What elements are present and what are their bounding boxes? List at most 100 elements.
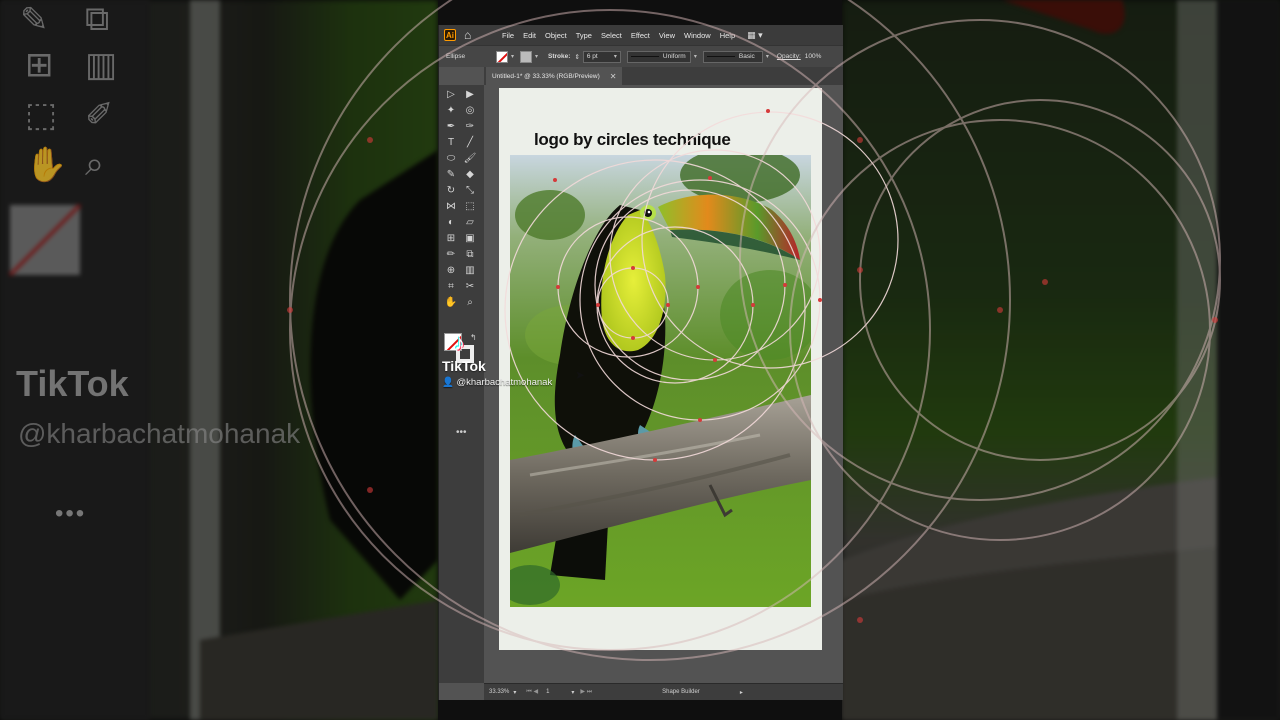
status-menu-icon[interactable]: ▸ <box>740 689 743 696</box>
rotate-tool-icon[interactable]: ↻ <box>444 184 458 198</box>
menu-effect[interactable]: Effect <box>631 31 650 40</box>
profile-label: Uniform <box>662 53 686 60</box>
stroke-stepper-icon[interactable]: ⇕ <box>574 53 579 61</box>
perspective-grid-tool-icon[interactable]: ▱ <box>463 216 477 230</box>
bg-slice-icon: ✐ <box>85 96 114 134</box>
menu-type[interactable]: Type <box>576 31 592 40</box>
opacity-value[interactable]: 100% <box>805 53 822 60</box>
selection-tool-icon[interactable]: ▷ <box>444 88 458 102</box>
artboard-tool-icon[interactable]: ⌗ <box>444 280 458 294</box>
close-icon[interactable]: ✕ <box>610 72 617 81</box>
bg-hand-icon: ✋ <box>25 146 68 184</box>
user-icon: 👤 <box>442 377 454 388</box>
menu-object[interactable]: Object <box>545 31 567 40</box>
status-bar: 33.33% ▾ ⏮ ◀ 1 ▾ ▶ ⏭ Shape Builder ▸ <box>484 683 843 700</box>
bg-graph-icon: ⊞ <box>25 46 54 84</box>
artboard-dropdown-icon[interactable]: ▾ <box>571 689 574 696</box>
document-tab-bar: Untitled-1* @ 33.33% (RGB/Preview) ✕ <box>484 67 843 85</box>
brush-dropdown-icon[interactable]: ▾ <box>766 53 769 60</box>
curvature-tool-icon[interactable]: ✑ <box>463 120 477 134</box>
variable-width-profile-select[interactable]: Uniform <box>626 50 691 63</box>
profile-dropdown-icon[interactable]: ▾ <box>694 53 697 60</box>
toucan-photo-illustration <box>510 155 811 607</box>
bg-artboard-icon: ⬚ <box>25 96 58 134</box>
paintbrush-tool-icon[interactable]: 🖌 <box>463 152 477 166</box>
column-graph-tool-icon[interactable]: ▥ <box>463 264 477 278</box>
shape-builder-tool-icon[interactable]: ◐ <box>444 216 458 230</box>
artboard-number[interactable]: 1 <box>546 689 549 695</box>
mouse-cursor-icon: ➤ <box>575 368 586 382</box>
magic-wand-tool-icon[interactable]: ✦ <box>444 104 458 118</box>
tiktok-wordmark: TikTok <box>442 358 486 374</box>
illustrator-logo-icon: Ai <box>444 29 456 41</box>
swap-colors-icon[interactable]: ↰ <box>470 333 477 342</box>
bg-more-icon: ••• <box>55 500 87 527</box>
fill-color-swatch[interactable] <box>496 50 508 63</box>
document-tab-title: Untitled-1* @ 33.33% (RGB/Preview) <box>492 72 600 80</box>
fill-dropdown-icon[interactable]: ▾ <box>511 53 514 60</box>
zoom-dropdown-icon[interactable]: ▾ <box>513 689 516 696</box>
workspace-switcher-icon[interactable]: ▦ ▾ <box>747 30 763 41</box>
brush-label: Basic <box>738 53 755 60</box>
document-tab[interactable]: Untitled-1* @ 33.33% (RGB/Preview) ✕ <box>486 67 623 85</box>
selection-type-label: Ellipse <box>446 53 466 60</box>
stroke-weight-value: 6 pt <box>586 53 598 60</box>
scale-tool-icon[interactable]: ⤡ <box>463 184 477 198</box>
bg-chart-icon: ▥ <box>85 46 118 84</box>
toucan-photo[interactable] <box>510 155 811 607</box>
last-artboard-icon[interactable]: ▶ ⏭ <box>580 688 592 696</box>
control-bar: Ellipse ▾ ▾ Stroke: ⇕ 6 pt ▾ Uniform ▾ B… <box>439 45 843 67</box>
stroke-weight-dropdown-icon[interactable]: ▾ <box>614 53 617 60</box>
zoom-tool-icon[interactable]: ⌕ <box>463 296 477 310</box>
shaper-tool-icon[interactable]: ✎ <box>444 168 458 182</box>
home-icon[interactable]: ⌂ <box>464 28 478 42</box>
hand-tool-icon[interactable]: ✋ <box>444 296 458 310</box>
menu-select[interactable]: Select <box>601 31 622 40</box>
illustrator-window: Ai ⌂ File Edit Object Type Select Effect… <box>438 25 843 700</box>
menu-view[interactable]: View <box>659 31 675 40</box>
first-artboard-icon[interactable]: ⏮ ◀ <box>526 688 538 696</box>
blend-tool-icon[interactable]: ⧉ <box>463 248 477 262</box>
eyedropper-tool-icon[interactable]: ✏ <box>444 248 458 262</box>
menu-file[interactable]: File <box>502 31 514 40</box>
artboard-headline: logo by circles technique <box>534 130 731 149</box>
eraser-tool-icon[interactable]: ◆ <box>463 168 477 182</box>
artboard[interactable]: logo by circles technique <box>499 88 822 650</box>
stroke-weight-field[interactable]: 6 pt ▾ <box>582 50 621 63</box>
menu-bar: Ai ⌂ File Edit Object Type Select Effect… <box>439 25 843 45</box>
symbol-sprayer-tool-icon[interactable]: ⊕ <box>444 264 458 278</box>
profile-line-preview <box>630 55 659 58</box>
stroke-color-swatch[interactable] <box>520 50 533 63</box>
blurred-background-left: ✎ ⧉ ⊞ ▥ ⬚ ✐ ✋ ⌕ TikTok @kharbachatmohana… <box>0 0 438 720</box>
bg-tiktok-handle: @kharbachatmohanak <box>18 418 301 449</box>
brush-line-preview <box>706 55 735 58</box>
zoom-level[interactable]: 33.33% <box>489 689 509 695</box>
brush-definition-select[interactable]: Basic <box>702 50 763 63</box>
width-tool-icon[interactable]: ⋈ <box>444 200 458 214</box>
lasso-tool-icon[interactable]: ◎ <box>463 104 477 118</box>
edit-toolbar-more-icon[interactable]: ••• <box>456 427 467 438</box>
stroke-dropdown-icon[interactable]: ▾ <box>535 53 538 60</box>
tiktok-handle: 👤 @kharbachatmohanak <box>442 377 552 388</box>
bg-symbol-icon: ⧉ <box>85 0 110 38</box>
free-transform-tool-icon[interactable]: ⬚ <box>463 200 477 214</box>
slice-tool-icon[interactable]: ✂ <box>463 280 477 294</box>
type-tool-icon[interactable]: T <box>444 136 458 150</box>
stroke-label: Stroke: <box>548 53 571 60</box>
pen-tool-icon[interactable]: ✒ <box>444 120 458 134</box>
ellipse-tool-icon[interactable]: ⬭ <box>444 152 458 166</box>
line-tool-icon[interactable]: ╱ <box>463 136 477 150</box>
blurred-background-right <box>842 0 1280 720</box>
mesh-tool-icon[interactable]: ⊞ <box>444 232 458 246</box>
opacity-label[interactable]: Opacity: <box>777 53 801 60</box>
menu-edit[interactable]: Edit <box>523 31 536 40</box>
direct-selection-tool-icon[interactable]: ▶ <box>463 88 477 102</box>
menu-help[interactable]: Help <box>720 31 735 40</box>
tiktok-logo-icon: ♪ <box>454 330 465 355</box>
tiktok-handle-text: @kharbachatmohanak <box>456 377 553 388</box>
current-tool-label: Shape Builder <box>662 689 700 695</box>
bg-zoom-icon: ⌕ <box>85 145 105 183</box>
gradient-tool-icon[interactable]: ▣ <box>463 232 477 246</box>
bg-eyedropper-icon: ✎ <box>20 1 49 39</box>
menu-window[interactable]: Window <box>684 31 711 40</box>
